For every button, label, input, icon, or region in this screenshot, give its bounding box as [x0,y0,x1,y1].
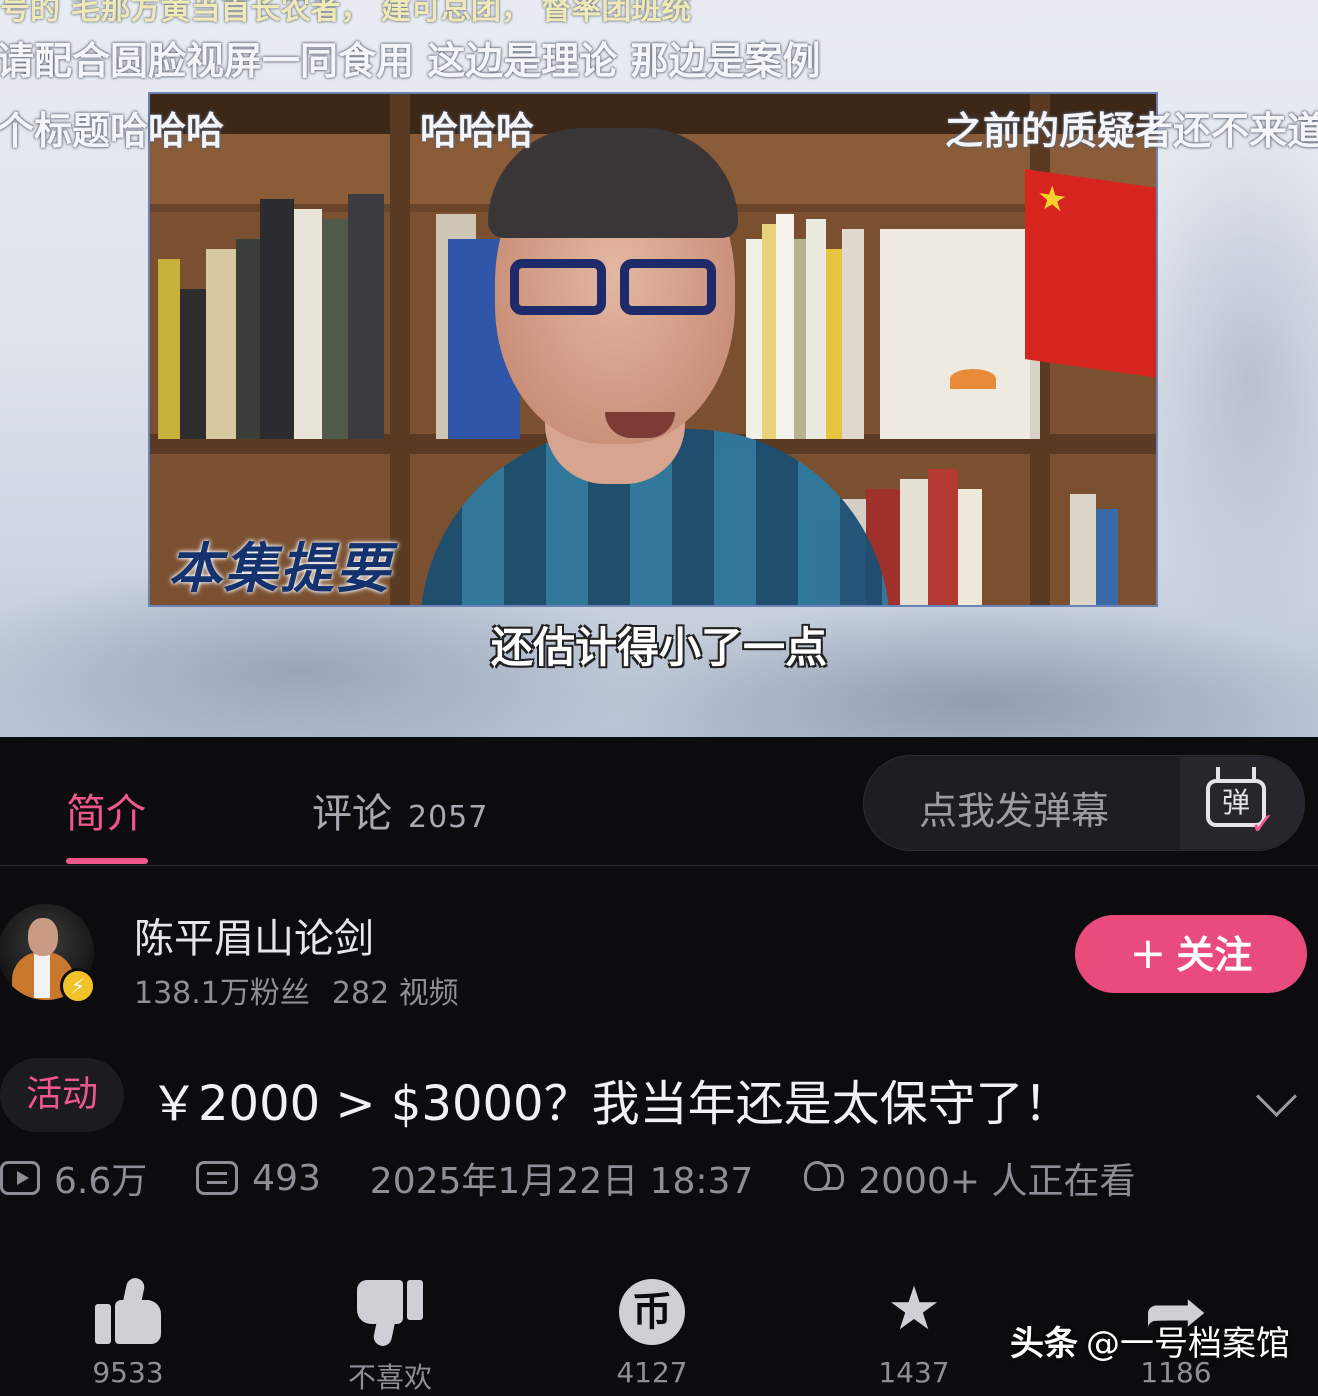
follow-label: 关注 [1176,933,1253,977]
danmaku-toggle-button[interactable]: 弹 ✓ [1180,757,1304,849]
coin-icon: 币 [619,1279,685,1346]
favorite-count: 1437 [878,1356,950,1389]
danmaku-comment: 个标题哈哈哈 [0,108,225,153]
verified-badge-icon: ⚡ [60,968,96,1004]
watermark-handle: @一号档案馆 [1086,1324,1290,1364]
plus-icon: + [1129,928,1167,979]
tab-comments-label: 评论 [312,791,392,837]
glasses [510,259,606,315]
danmaku-comment: 哈哈哈 [420,108,535,153]
video-title: ￥2000 > $3000？我当年还是太保守了！ [150,1076,1072,1132]
danmaku-input-placeholder: 点我发弹幕 [919,789,1110,833]
coin-count: 4127 [616,1356,688,1389]
danmaku-count: 493 [252,1157,321,1199]
view-count: 6.6万 [54,1161,148,1202]
follower-count: 138.1万粉丝 [134,976,310,1011]
like-count: 9533 [92,1356,164,1389]
star-icon: ★ [887,1274,941,1344]
publish-date: 2025年1月22日 18:37 [369,1161,754,1202]
video-frame: ★ 本集提要 [148,92,1158,607]
danmaku-comment: 之前的质疑者还不来道 [945,108,1318,153]
activity-tag[interactable]: 活动 [0,1058,124,1132]
comments-count: 2057 [408,800,489,835]
dislike-button[interactable]: 不喜欢 [325,1264,455,1396]
watermark-brand: 头条 [1010,1324,1078,1364]
active-tab-indicator [66,858,148,864]
video-meta: 6.6万 493 2025年1月22日 18:37 2000+ 人正在看 [0,1152,1135,1204]
glasses [620,259,716,315]
play-count-icon [0,1161,40,1195]
book-cover [880,229,1040,439]
danmaku-comment: 号的 毛那方黄当首长农者， 建可总团， 督率团班统 [0,0,692,27]
favorite-button[interactable]: ★ 1437 [849,1264,979,1389]
follow-button[interactable]: + 关注 [1075,915,1307,993]
people-icon [802,1161,848,1195]
thumb-down-icon [357,1278,423,1348]
like-button[interactable]: 9533 [63,1264,193,1389]
chevron-down-icon[interactable] [1255,1075,1298,1118]
uploader-stats: 138.1万粉丝 282 视频 [134,968,459,1012]
check-icon: ✓ [1250,807,1276,842]
video-subtitle: 还估计得小了一点 [490,623,827,672]
dislike-label: 不喜欢 [347,1361,432,1394]
danmaku-count-icon [196,1161,239,1195]
watermark: 头条 @一号档案馆 [1010,1316,1290,1365]
watching-count: 2000+ 人正在看 [858,1161,1136,1202]
video-count: 282 视频 [331,976,459,1011]
thumb-up-icon [95,1276,161,1346]
video-player[interactable]: 号的 毛那方黄当首长农者， 建可总团， 督率团班统 请配合圆脸视屏一同食用 这边… [0,0,1318,737]
danmaku-comment: 请配合圆脸视屏一同食用 这边是理论 那边是案例 [0,38,821,83]
uploader-name[interactable]: 陈平眉山论剑 [134,906,374,964]
tab-intro[interactable]: 简介 [66,781,146,839]
frame-caption: 本集提要 [168,536,392,600]
coin-button[interactable]: 币 4127 [587,1264,717,1389]
books [158,194,388,439]
tab-comments[interactable]: 评论 2057 [312,781,488,839]
flag: ★ [1025,169,1156,379]
